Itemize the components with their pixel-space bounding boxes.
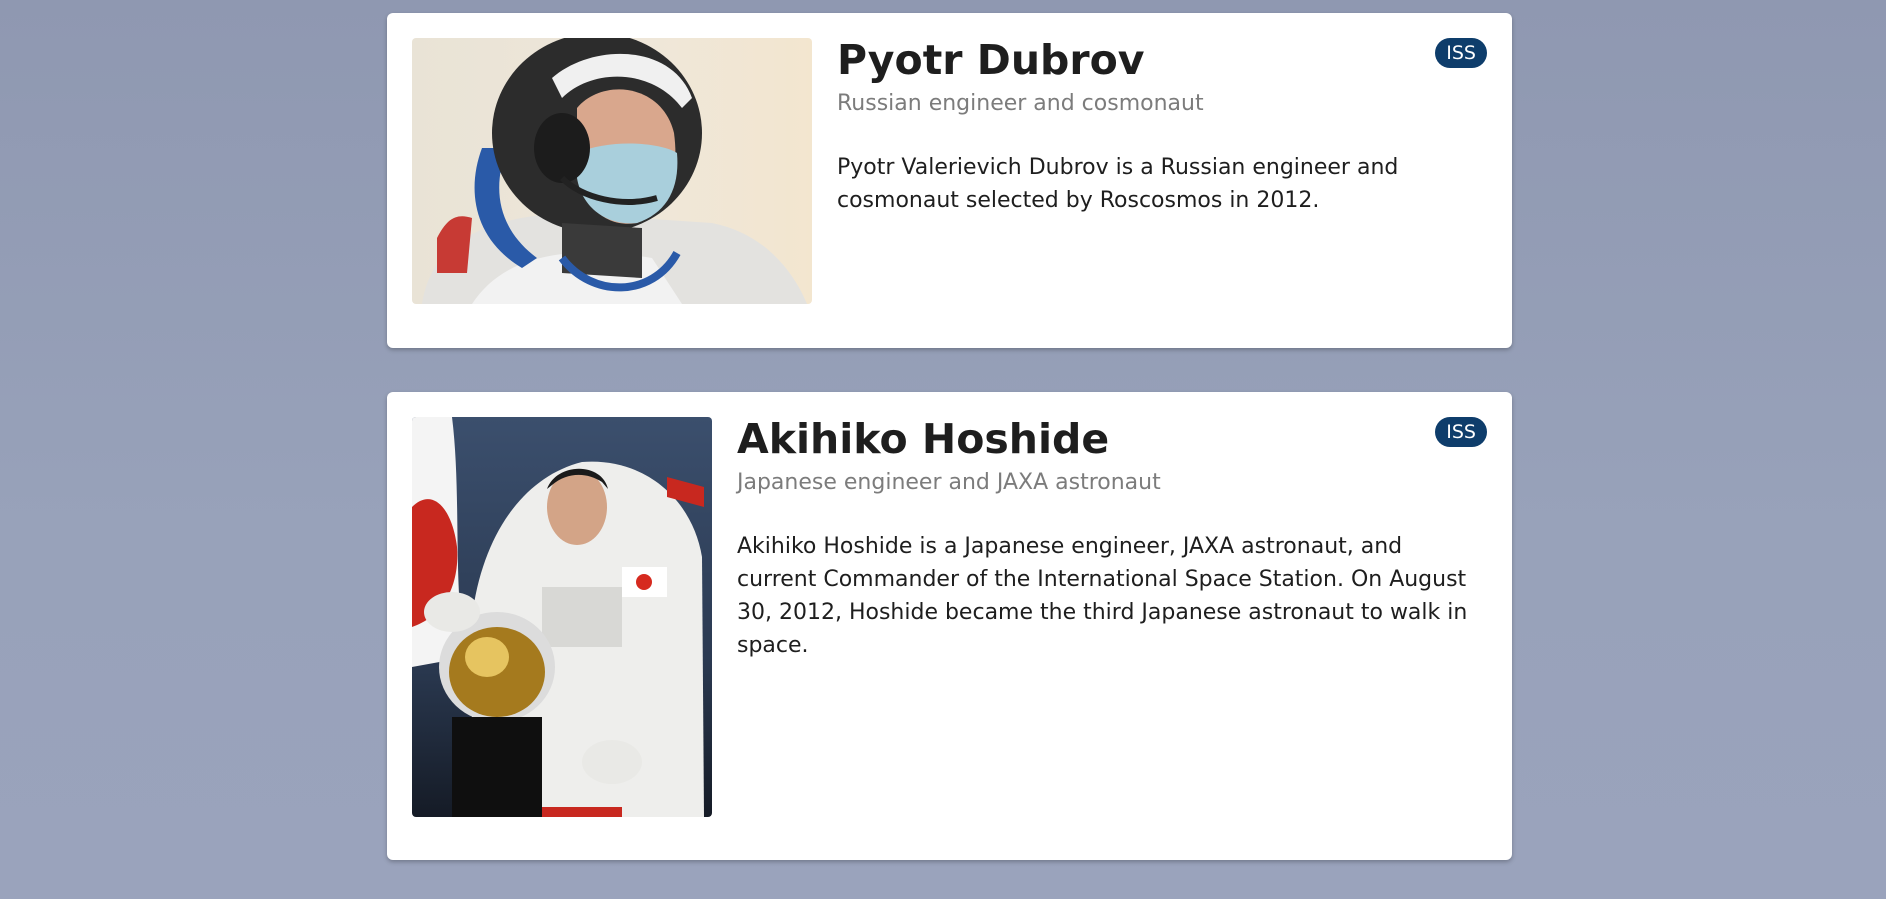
- astronaut-info: Akihiko Hoshide Japanese engineer and JA…: [737, 414, 1487, 662]
- astronaut-photo-image: [412, 417, 712, 817]
- astronaut-photo: [412, 417, 712, 817]
- astronaut-bio: Akihiko Hoshide is a Japanese engineer, …: [737, 534, 1468, 658]
- astronaut-info: Pyotr Dubrov Russian engineer and cosmon…: [837, 35, 1487, 217]
- astronaut-card: ISS Pyotr Dubrov Russian engineer and co…: [387, 13, 1512, 348]
- astronaut-bio: Pyotr Valerievich Dubrov is a Russian en…: [837, 155, 1399, 213]
- astronaut-name: Akihiko Hoshide: [737, 415, 1110, 463]
- astronaut-name: Pyotr Dubrov: [837, 36, 1145, 84]
- astronaut-photo: [412, 38, 812, 304]
- astronaut-subtitle: Russian engineer and cosmonaut: [837, 91, 1204, 116]
- astronaut-photo-image: [412, 38, 812, 304]
- astronaut-subtitle: Japanese engineer and JAXA astronaut: [737, 470, 1161, 495]
- astronaut-card: ISS Akihiko Hoshide Japanese engineer an…: [387, 392, 1512, 860]
